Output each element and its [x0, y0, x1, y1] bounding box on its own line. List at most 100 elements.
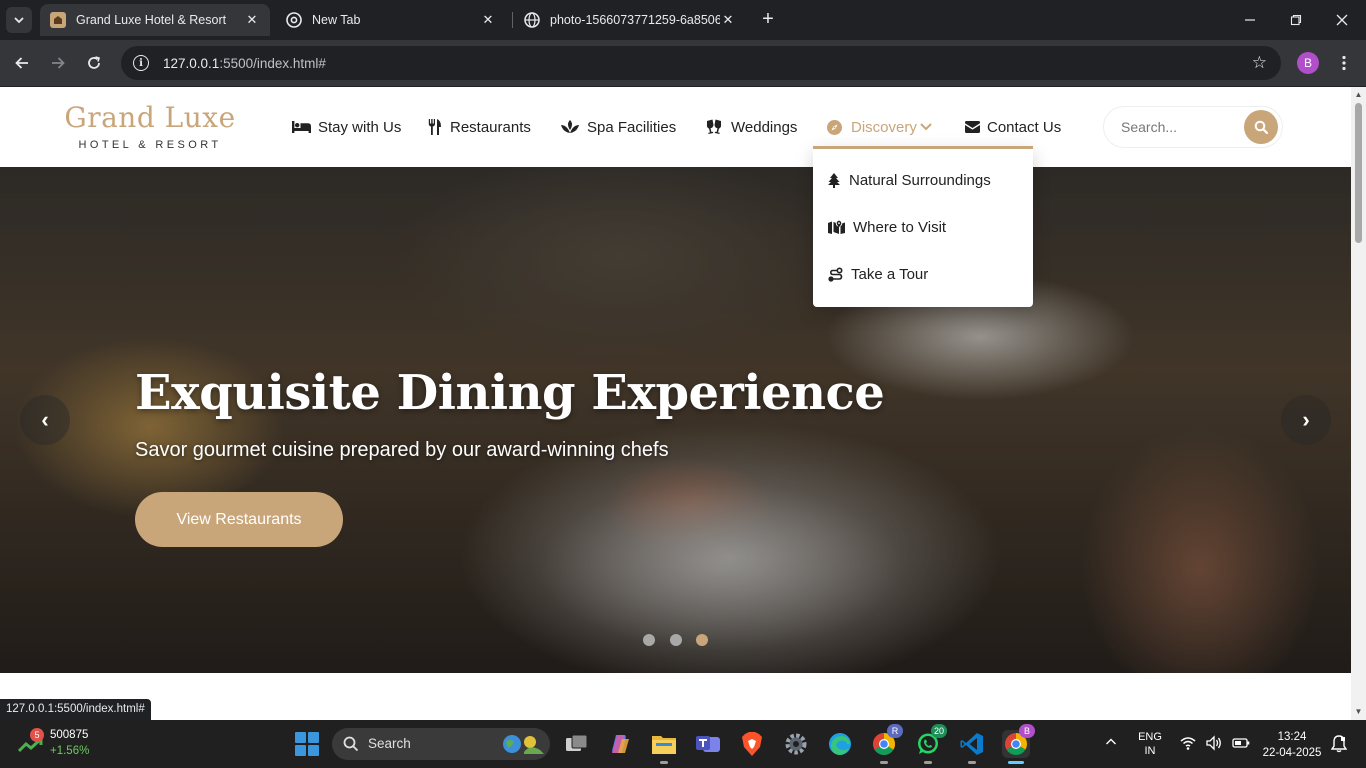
- hero-carousel: Exquisite Dining Experience Savor gourme…: [0, 167, 1351, 673]
- page-scrollbar[interactable]: ▲ ▼: [1351, 87, 1366, 720]
- battery-icon: [1232, 738, 1250, 748]
- chevron-down-icon: [14, 17, 24, 24]
- utensils-icon: [427, 118, 441, 136]
- stock-badge: 5: [30, 728, 44, 742]
- nav-stay-with-us[interactable]: Stay with Us: [291, 115, 401, 139]
- close-tab-icon[interactable]: ✕: [720, 12, 736, 28]
- tab-title: photo-1566073771259-6a8506: [550, 13, 720, 27]
- tab-new-tab[interactable]: New Tab ✕: [276, 4, 506, 36]
- hero-title: Exquisite Dining Experience: [135, 365, 885, 421]
- copilot-icon[interactable]: [606, 730, 634, 758]
- status-bar-url: 127.0.0.1:5500/index.html#: [0, 699, 151, 720]
- nav-label: Spa Facilities: [587, 118, 677, 136]
- chevron-down-icon: [920, 123, 932, 131]
- browser-tab-bar: Grand Luxe Hotel & Resort ✕ New Tab ✕ ph…: [0, 0, 1366, 40]
- tab-photo[interactable]: photo-1566073771259-6a8506 ✕: [514, 4, 746, 36]
- profile-badge: B: [1019, 724, 1035, 738]
- more-menu-icon[interactable]: [1334, 49, 1354, 77]
- tab-grand-luxe[interactable]: Grand Luxe Hotel & Resort ✕: [40, 4, 270, 36]
- discovery-dropdown: Natural Surroundings Where to Visit Take…: [813, 146, 1033, 307]
- system-tray[interactable]: [1180, 735, 1250, 751]
- minimize-icon[interactable]: [1230, 6, 1270, 34]
- site-info-icon[interactable]: i: [133, 55, 149, 71]
- site-logo[interactable]: Grand Luxe HOTEL & RESORT: [60, 101, 240, 151]
- bookmark-star-icon[interactable]: ☆: [1252, 53, 1267, 73]
- page-viewport: Grand Luxe HOTEL & RESORT Stay with Us R…: [0, 87, 1351, 720]
- menu-item-take-a-tour[interactable]: Take a Tour: [827, 262, 928, 286]
- hotel-favicon-icon: [50, 12, 66, 28]
- language-code: ENG: [1138, 731, 1162, 743]
- active-indicator: [1008, 761, 1024, 764]
- tab-search-button[interactable]: [6, 7, 32, 33]
- close-tab-icon[interactable]: ✕: [480, 12, 496, 28]
- carousel-dot-3[interactable]: [696, 634, 708, 646]
- carousel-next-button[interactable]: ›: [1281, 395, 1331, 445]
- search-input[interactable]: Search...: [1121, 119, 1177, 135]
- nav-label: Discovery: [851, 118, 917, 136]
- restore-icon[interactable]: [1276, 6, 1316, 34]
- menu-item-where-to-visit[interactable]: Where to Visit: [827, 215, 946, 239]
- edge-icon[interactable]: [826, 730, 854, 758]
- nav-contact-us[interactable]: Contact Us: [964, 115, 1061, 139]
- stock-change: +1.56%: [50, 745, 90, 757]
- taskbar-search[interactable]: Search: [332, 728, 550, 760]
- close-window-icon[interactable]: [1322, 6, 1362, 34]
- task-view-icon[interactable]: [563, 730, 591, 758]
- chrome-favicon-icon: [286, 12, 302, 28]
- new-tab-button[interactable]: +: [756, 8, 780, 32]
- site-search[interactable]: Search...: [1103, 106, 1283, 148]
- address-url: 127.0.0.1:5500/index.html#: [163, 55, 326, 71]
- clock-date: 22-04-2025: [1262, 747, 1322, 759]
- wifi-icon: [1180, 737, 1196, 750]
- compass-icon: [826, 118, 842, 136]
- nav-label: Weddings: [731, 118, 798, 136]
- chrome-profile-r-icon[interactable]: R: [870, 724, 903, 764]
- nav-discovery[interactable]: Discovery: [826, 115, 932, 139]
- scrollbar-thumb[interactable]: [1355, 103, 1362, 243]
- search-icon: [343, 736, 359, 752]
- file-explorer-icon[interactable]: [650, 730, 678, 764]
- scroll-up-icon[interactable]: ▲: [1354, 90, 1363, 100]
- menu-item-natural-surroundings[interactable]: Natural Surroundings: [827, 168, 991, 192]
- input-language-indicator[interactable]: ENG IN: [1136, 730, 1164, 758]
- running-indicator: [660, 761, 668, 764]
- nav-spa-facilities[interactable]: Spa Facilities: [560, 115, 676, 139]
- back-arrow-icon[interactable]: [8, 49, 36, 77]
- vscode-icon[interactable]: [958, 730, 986, 764]
- windows-taskbar: 5 500875 +1.56% Search R 20 B ENG IN 13:…: [0, 720, 1366, 768]
- taskbar-clock[interactable]: 13:24 22-04-2025: [1252, 729, 1332, 761]
- nav-restaurants[interactable]: Restaurants: [427, 115, 531, 139]
- view-restaurants-button[interactable]: View Restaurants: [135, 492, 343, 547]
- menu-item-label: Where to Visit: [853, 218, 947, 236]
- teams-icon[interactable]: [694, 730, 722, 758]
- bed-icon: [291, 118, 311, 136]
- notification-bell-icon[interactable]: [1331, 735, 1347, 753]
- address-bar[interactable]: i 127.0.0.1:5500/index.html# ☆: [121, 46, 1281, 80]
- region-code: IN: [1144, 745, 1156, 757]
- forward-arrow-icon[interactable]: [44, 49, 72, 77]
- spa-lotus-icon: [560, 118, 580, 136]
- windows-start-icon[interactable]: [295, 732, 319, 756]
- logo-tagline: HOTEL & RESORT: [78, 139, 222, 151]
- running-indicator: [924, 761, 932, 764]
- nav-label: Restaurants: [450, 118, 531, 136]
- brave-icon[interactable]: [738, 730, 766, 758]
- running-indicator: [968, 761, 976, 764]
- menu-item-label: Natural Surroundings: [849, 171, 991, 189]
- show-hidden-icons-chevron-icon[interactable]: [1103, 736, 1119, 752]
- profile-avatar[interactable]: B: [1297, 52, 1319, 74]
- carousel-dot-1[interactable]: [643, 634, 655, 646]
- close-tab-icon[interactable]: ✕: [244, 12, 260, 28]
- carousel-dot-2[interactable]: [670, 634, 682, 646]
- carousel-prev-button[interactable]: ‹: [20, 395, 70, 445]
- reload-icon[interactable]: [80, 49, 108, 77]
- search-button[interactable]: [1244, 110, 1278, 144]
- glasses-cheers-icon: [704, 118, 724, 136]
- scroll-down-icon[interactable]: ▼: [1354, 707, 1363, 717]
- stock-widget[interactable]: 5 500875 +1.56%: [18, 726, 108, 762]
- nav-label: Contact Us: [987, 118, 1062, 136]
- whatsapp-icon[interactable]: 20: [914, 724, 947, 764]
- nav-weddings[interactable]: Weddings: [704, 115, 797, 139]
- settings-gear-icon[interactable]: [782, 730, 810, 758]
- chrome-profile-b-icon[interactable]: B: [1002, 724, 1035, 764]
